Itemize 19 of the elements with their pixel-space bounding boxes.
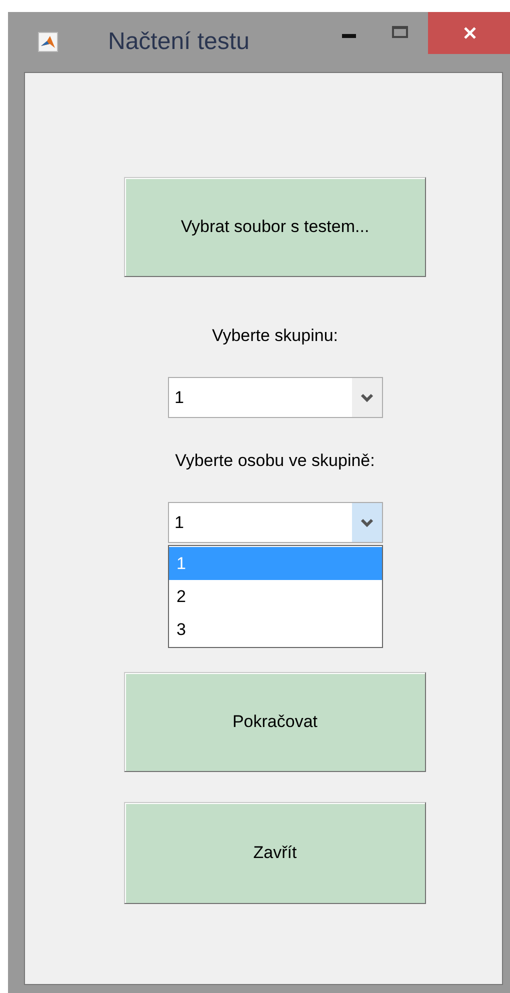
close-button[interactable]: Zavřít: [124, 802, 426, 904]
window-title: Načtení testu: [108, 28, 250, 56]
maximize-icon[interactable]: [392, 26, 408, 38]
minimize-icon[interactable]: [342, 34, 356, 38]
dropdown-option[interactable]: 3: [168, 613, 382, 646]
chevron-down-icon: [360, 392, 374, 402]
app-icon: [38, 32, 58, 52]
group-label: Vyberte skupinu:: [212, 326, 338, 346]
continue-button[interactable]: Pokračovat: [124, 672, 426, 772]
person-label: Vyberte osobu ve skupině:: [175, 451, 375, 471]
dropdown-value: 1: [174, 512, 185, 534]
dropdown[interactable]: 1: [168, 377, 382, 418]
dropdown[interactable]: 1: [168, 502, 382, 543]
chevron-down-icon: [360, 518, 374, 528]
dropdown-value: 1: [174, 386, 185, 408]
file-button[interactable]: Vybrat soubor s testem...: [124, 177, 426, 277]
close-button[interactable]: [428, 12, 510, 54]
close-icon: [462, 26, 476, 40]
dropdown-option[interactable]: 2: [168, 580, 382, 613]
